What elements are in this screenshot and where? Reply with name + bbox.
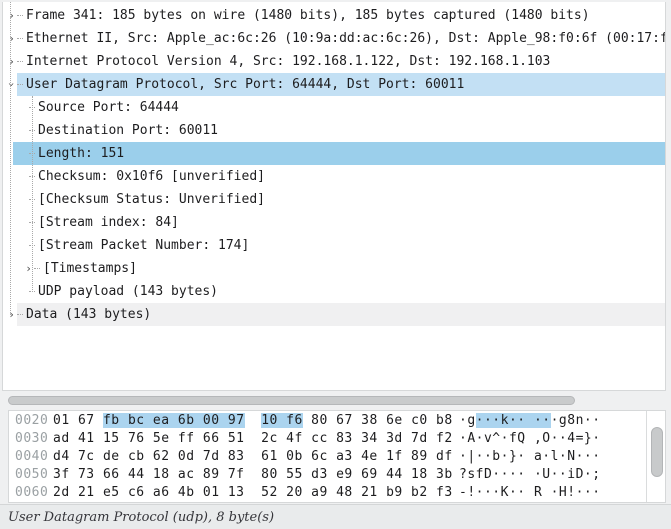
hex-ascii-plain[interactable]: ?sfD···· ·U··iD·; [459, 467, 601, 482]
hex-bytes[interactable]: ad 41 15 76 5e ff 66 51 2c 4f cc 83 34 3… [53, 431, 453, 446]
hex-row[interactable]: 0030 ad 41 15 76 5e ff 66 51 2c 4f cc 83 … [9, 430, 665, 448]
packet-detail-label: Frame 341: 185 bytes on wire (1480 bits)… [23, 8, 590, 23]
hex-bytes[interactable]: 01 67 fb bc ea 6b 00 97 10 f6 80 67 38 6… [53, 413, 453, 428]
expand-chevron-icon[interactable]: › [6, 10, 17, 21]
packet-detail-row[interactable]: UDP payload (143 bytes) [3, 280, 665, 303]
packet-detail-label: User Datagram Protocol, Src Port: 64444,… [23, 77, 464, 92]
packet-detail-row[interactable]: Source Port: 64444 [3, 96, 665, 119]
packet-detail-label: Destination Port: 60011 [35, 123, 218, 138]
horizontal-scrollbar-thumb[interactable] [8, 396, 575, 405]
tree-guide-line-udp-children [32, 96, 33, 292]
hex-ascii-plain[interactable]: ·g [459, 413, 476, 428]
packet-detail-row[interactable]: Length: 151 [3, 142, 665, 165]
packet-detail-row[interactable]: › User Datagram Protocol, Src Port: 64444… [3, 73, 665, 96]
hex-ascii-plain[interactable]: ·|··b·}· a·l·N··· [459, 449, 601, 464]
tree-guide-line-root [10, 2, 11, 315]
packet-detail-label: Internet Protocol Version 4, Src: 192.16… [23, 54, 550, 69]
packet-detail-label: Checksum: 0x10f6 [unverified] [35, 169, 265, 184]
packet-detail-row[interactable]: [Stream Packet Number: 174] [3, 234, 665, 257]
packet-detail-label: [Stream Packet Number: 174] [35, 238, 249, 253]
hex-pane-separator [646, 411, 647, 502]
packet-detail-label: UDP payload (143 bytes) [35, 284, 218, 299]
packet-detail-row[interactable]: Destination Port: 60011 [3, 119, 665, 142]
expand-chevron-icon[interactable]: › [6, 309, 17, 320]
wireshark-window: { "colors": { "selected_row": "#c3e0f4",… [0, 0, 671, 529]
hex-bytes[interactable]: 2d 21 e5 c6 a6 4b 01 13 52 20 a9 48 21 b… [53, 485, 453, 500]
packet-detail-tree: › Frame 341: 185 bytes on wire (1480 bits… [3, 2, 665, 326]
packet-detail-row[interactable]: › Data (143 bytes) [3, 303, 665, 326]
packet-detail-row[interactable]: [Stream index: 84] [3, 211, 665, 234]
hex-dump: 0020 01 67 fb bc ea 6b 00 97 10 f6 80 67 … [9, 411, 665, 502]
hex-bytes-plain[interactable]: ad 41 15 76 5e ff 66 51 2c 4f cc 83 34 3… [53, 431, 453, 446]
hex-bytes-highlighted[interactable]: 10 f6 [261, 413, 303, 428]
packet-bytes-pane: 0020 01 67 fb bc ea 6b 00 97 10 f6 80 67 … [8, 410, 666, 503]
hex-ascii-plain[interactable]: -!···K·· R ·H!··· [459, 485, 601, 500]
hex-bytes-plain[interactable]: 2d 21 e5 c6 a6 4b 01 13 52 20 a9 48 21 b… [53, 485, 453, 500]
hex-offset: 0060 [15, 485, 48, 500]
packet-detail-row[interactable]: Checksum: 0x10f6 [unverified] [3, 165, 665, 188]
hex-ascii-plain[interactable]: ·g8n·· [551, 413, 601, 428]
packet-detail-row[interactable]: › Frame 341: 185 bytes on wire (1480 bits… [3, 4, 665, 27]
packet-detail-label: Ethernet II, Src: Apple_ac:6c:26 (10:9a:… [23, 31, 666, 46]
hex-bytes-plain[interactable]: 01 67 [53, 413, 103, 428]
packet-detail-row[interactable]: › Ethernet II, Src: Apple_ac:6c:26 (10:9a… [3, 27, 665, 50]
hex-offset: 0020 [15, 413, 48, 428]
packet-detail-row[interactable]: [Checksum Status: Unverified] [3, 188, 665, 211]
hex-bytes[interactable]: 3f 73 66 44 18 ac 89 7f 80 55 d3 e9 69 4… [53, 467, 453, 482]
packet-detail-row[interactable]: ›[Timestamps] [3, 257, 665, 280]
hex-ascii[interactable]: -!···K·· R ·H!··· [459, 485, 601, 500]
packet-detail-label: Length: 151 [35, 146, 124, 161]
hex-row[interactable]: 0040 d4 7c de cb 62 0d 7d 83 61 0b 6c a3 … [9, 448, 665, 466]
packet-detail-label: [Stream index: 84] [35, 215, 179, 230]
hex-row[interactable]: 0050 3f 73 66 44 18 ac 89 7f 80 55 d3 e9 … [9, 466, 665, 484]
hex-bytes-highlighted[interactable]: fb bc ea 6b 00 97 [103, 413, 245, 428]
hex-offset: 0050 [15, 467, 48, 482]
hex-ascii[interactable]: ·A·v^·fQ ,O··4=}· [459, 431, 601, 446]
hex-offset: 0030 [15, 431, 48, 446]
hex-bytes-plain[interactable]: 3f 73 66 44 18 ac 89 7f 80 55 d3 e9 69 4… [53, 467, 453, 482]
status-bar: User Datagram Protocol (udp), 8 byte(s) [0, 504, 671, 529]
hex-bytes-plain[interactable]: d4 7c de cb 62 0d 7d 83 61 0b 6c a3 4e 1… [53, 449, 453, 464]
packet-detail-label: Data (143 bytes) [23, 307, 151, 322]
hex-row[interactable]: 0020 01 67 fb bc ea 6b 00 97 10 f6 80 67 … [9, 412, 665, 430]
hex-ascii[interactable]: ·|··b·}· a·l·N··· [459, 449, 601, 464]
hex-bytes-plain[interactable] [245, 413, 262, 428]
packet-detail-row[interactable]: › Internet Protocol Version 4, Src: 192.1… [3, 50, 665, 73]
hex-offset: 0040 [15, 449, 48, 464]
status-field-info: User Datagram Protocol (udp), 8 byte(s) [0, 510, 274, 525]
hex-ascii[interactable]: ·g···k·· ···g8n·· [459, 413, 601, 428]
hex-ascii-plain[interactable]: ·A·v^·fQ ,O··4=}· [459, 431, 601, 446]
packet-details-pane: › Frame 341: 185 bytes on wire (1480 bits… [2, 2, 666, 391]
hex-bytes-plain[interactable]: 80 67 38 6e c0 b8 [303, 413, 453, 428]
packet-detail-label: Source Port: 64444 [35, 100, 179, 115]
expand-chevron-icon[interactable]: › [6, 56, 17, 67]
vertical-scrollbar-thumb[interactable] [651, 427, 663, 477]
packet-detail-label: [Timestamps] [40, 261, 137, 276]
expand-chevron-icon[interactable]: › [6, 33, 17, 44]
packet-detail-label: [Checksum Status: Unverified] [35, 192, 265, 207]
hex-ascii[interactable]: ?sfD···· ·U··iD·; [459, 467, 601, 482]
hex-bytes[interactable]: d4 7c de cb 62 0d 7d 83 61 0b 6c a3 4e 1… [53, 449, 453, 464]
hex-row[interactable]: 0060 2d 21 e5 c6 a6 4b 01 13 52 20 a9 48 … [9, 484, 665, 502]
collapse-chevron-icon[interactable]: › [6, 79, 17, 90]
hex-ascii-highlighted[interactable]: ···k·· ·· [476, 413, 551, 428]
